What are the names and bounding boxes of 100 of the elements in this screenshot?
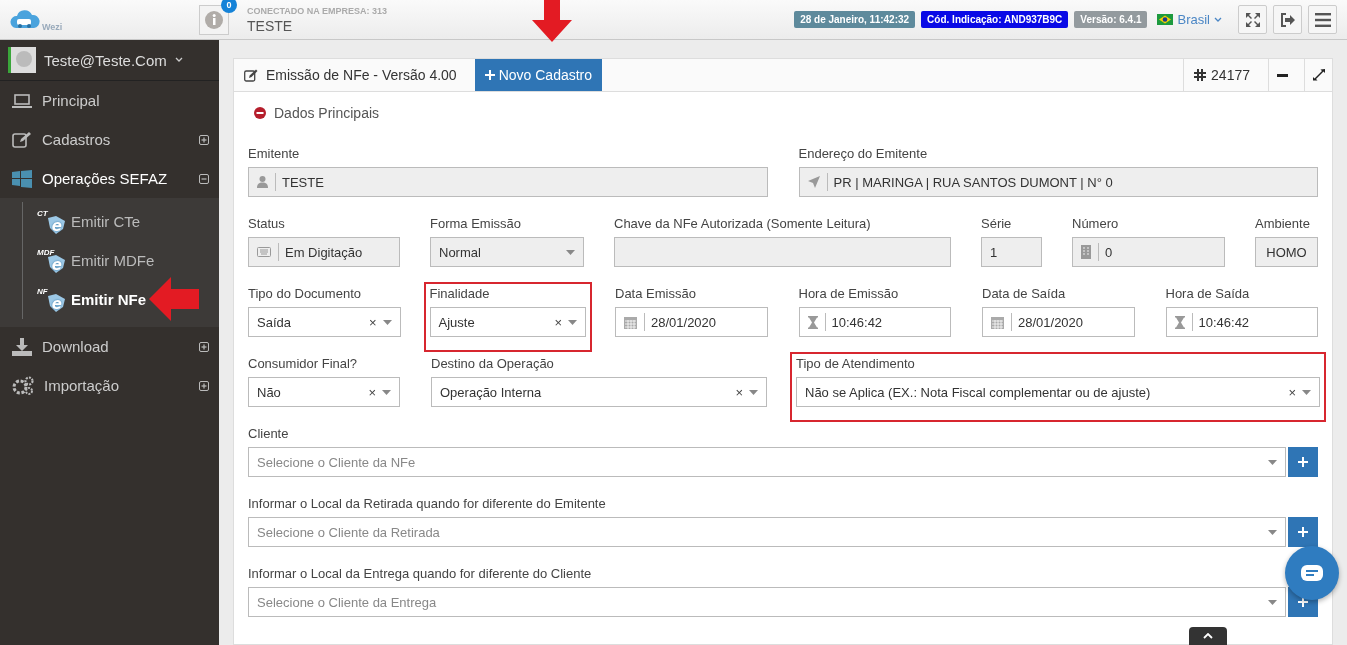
input-field[interactable]: PR | MARINGA | RUA SANTOS DUMONT | N° 0 <box>798 167 1318 197</box>
clear-icon[interactable]: × <box>368 384 376 400</box>
submenu-item[interactable]: CT e Emitir CTe <box>22 202 219 241</box>
input-field[interactable]: 0 <box>1072 237 1225 267</box>
caret-down-icon <box>1268 529 1277 535</box>
new-record-button[interactable]: Novo Cadastro <box>474 59 603 91</box>
caret-down-icon <box>382 319 392 325</box>
chevron-down-icon <box>1214 16 1222 23</box>
hash-icon <box>1194 69 1207 81</box>
laptop-icon <box>12 92 32 109</box>
calendar-icon <box>624 315 637 329</box>
caret-down-icon <box>382 389 391 395</box>
input-field[interactable]: TESTE <box>248 167 768 197</box>
notification-count: 0 <box>221 0 237 13</box>
fullscreen-button[interactable] <box>1238 5 1267 34</box>
sidebar-item[interactable]: Importação <box>0 366 219 405</box>
field-label: Data de Saída <box>982 286 1066 301</box>
caret-down-icon <box>1268 459 1277 465</box>
sign-out-icon <box>1279 12 1296 27</box>
select-field[interactable]: Operação Interna × <box>431 377 767 407</box>
clear-icon[interactable]: × <box>554 314 562 330</box>
input-field[interactable]: 10:46:42 <box>798 307 951 337</box>
company-label: CONECTADO NA EMPRESA: 313 <box>247 5 388 16</box>
submenu-item[interactable]: MDF e Emitir MDFe <box>22 241 219 280</box>
field-label: Chave da NFe Autorizada (Somente Leitura) <box>614 216 871 231</box>
sidebar-item[interactable]: Principal <box>0 81 219 120</box>
user-icon <box>257 176 268 188</box>
info-badge: 28 de Janeiro, 11:42:32 <box>794 11 916 28</box>
add-button[interactable] <box>1288 517 1318 547</box>
select-field[interactable]: Normal <box>430 237 584 267</box>
sidebar-item[interactable]: Download <box>0 327 219 366</box>
caret-down-icon <box>1268 599 1277 605</box>
caret-down-icon <box>568 319 577 325</box>
field-label: Data Emissão <box>615 286 696 301</box>
annotation-arrow <box>532 0 572 42</box>
select-field[interactable]: Selecione o Cliente da NFe <box>248 447 1286 477</box>
language-selector[interactable]: Brasil <box>1153 12 1226 27</box>
arrows-expand-icon <box>1244 11 1261 28</box>
expand-icon <box>199 380 209 391</box>
windows-icon <box>12 169 32 188</box>
field-label: Tipo de Atendimento <box>796 356 915 371</box>
field-label: Emitente <box>248 146 300 161</box>
user-menu[interactable]: Teste@Teste.Com <box>0 40 219 81</box>
input-field[interactable]: HOMO <box>1255 237 1318 267</box>
input-field[interactable]: 28/01/2020 <box>615 307 768 337</box>
input-field[interactable]: 28/01/2020 <box>982 307 1135 337</box>
field-label: Status <box>248 216 285 231</box>
minus-circle-icon <box>254 107 266 119</box>
sidebar-item[interactable]: Cadastros <box>0 120 219 159</box>
calendar-icon <box>991 315 1004 329</box>
clear-icon[interactable]: × <box>368 314 377 330</box>
sidebar-item[interactable]: Operações SEFAZ <box>0 159 219 198</box>
scroll-top-button[interactable] <box>1189 627 1227 645</box>
minus-icon <box>1277 73 1288 77</box>
section-title: Dados Principais <box>274 105 380 121</box>
field-label: Ambiente <box>1255 216 1310 231</box>
logo-text: Wezi <box>42 21 63 32</box>
select-field[interactable]: Não × <box>248 377 400 407</box>
panel-title: Emissão de NFe - Versão 4.00 <box>266 67 457 83</box>
info-button[interactable] <box>199 4 229 35</box>
input-field[interactable]: 10:46:42 <box>1165 307 1318 337</box>
field-label: Hora de Saída <box>1165 286 1250 301</box>
field-label: Destino da Operação <box>431 356 554 371</box>
add-button[interactable] <box>1288 447 1318 477</box>
sidebar-item-label: Cadastros <box>42 131 112 148</box>
plus-icon <box>484 70 495 80</box>
plus-icon <box>1298 457 1308 467</box>
menu-button[interactable] <box>1308 5 1337 34</box>
diagonal-arrows-icon <box>1312 69 1325 81</box>
input-field[interactable]: Em Digitação <box>248 237 400 267</box>
chevron-down-icon <box>174 57 183 63</box>
select-field[interactable]: Selecione o Cliente da Retirada <box>248 517 1286 547</box>
download-icon <box>12 337 32 356</box>
select-field[interactable]: Saída × <box>248 307 401 337</box>
logout-button[interactable] <box>1273 5 1302 34</box>
edit-icon <box>12 130 32 149</box>
input-field[interactable] <box>614 237 951 267</box>
field-label: Informar o Local da Retirada quando for diferente do Emitente <box>248 496 606 511</box>
info-badge: Cód. Indicação: AND937B9C <box>921 11 1069 28</box>
caret-down-icon <box>566 249 575 255</box>
submenu-item[interactable]: NF e Emitir NFe <box>22 280 219 319</box>
field-label: Hora de Emissão <box>798 286 899 301</box>
plus-icon <box>1298 527 1308 537</box>
clear-icon[interactable]: × <box>735 384 743 400</box>
info-icon <box>205 10 223 29</box>
field-label: Tipo do Documento <box>248 286 361 301</box>
field-label: Endereço do Emitente <box>798 146 928 161</box>
flag-icon <box>1157 14 1174 25</box>
clear-icon[interactable]: × <box>1288 384 1296 400</box>
avatar-icon <box>8 47 36 73</box>
select-field[interactable]: Selecione o Cliente da Entrega <box>248 587 1286 617</box>
hourglass-icon <box>1174 315 1185 329</box>
annotation-arrow <box>149 277 199 321</box>
input-field[interactable]: 1 <box>981 237 1042 267</box>
record-number: 24177 <box>1183 59 1260 91</box>
building-icon <box>1081 245 1091 259</box>
caret-down-icon <box>1302 389 1311 395</box>
select-field[interactable]: Ajuste × <box>429 307 586 337</box>
field-label: Finalidade <box>429 286 490 301</box>
select-field[interactable]: Não se Aplica (EX.: Nota Fiscal complementar ou de ajuste) × <box>796 377 1320 407</box>
